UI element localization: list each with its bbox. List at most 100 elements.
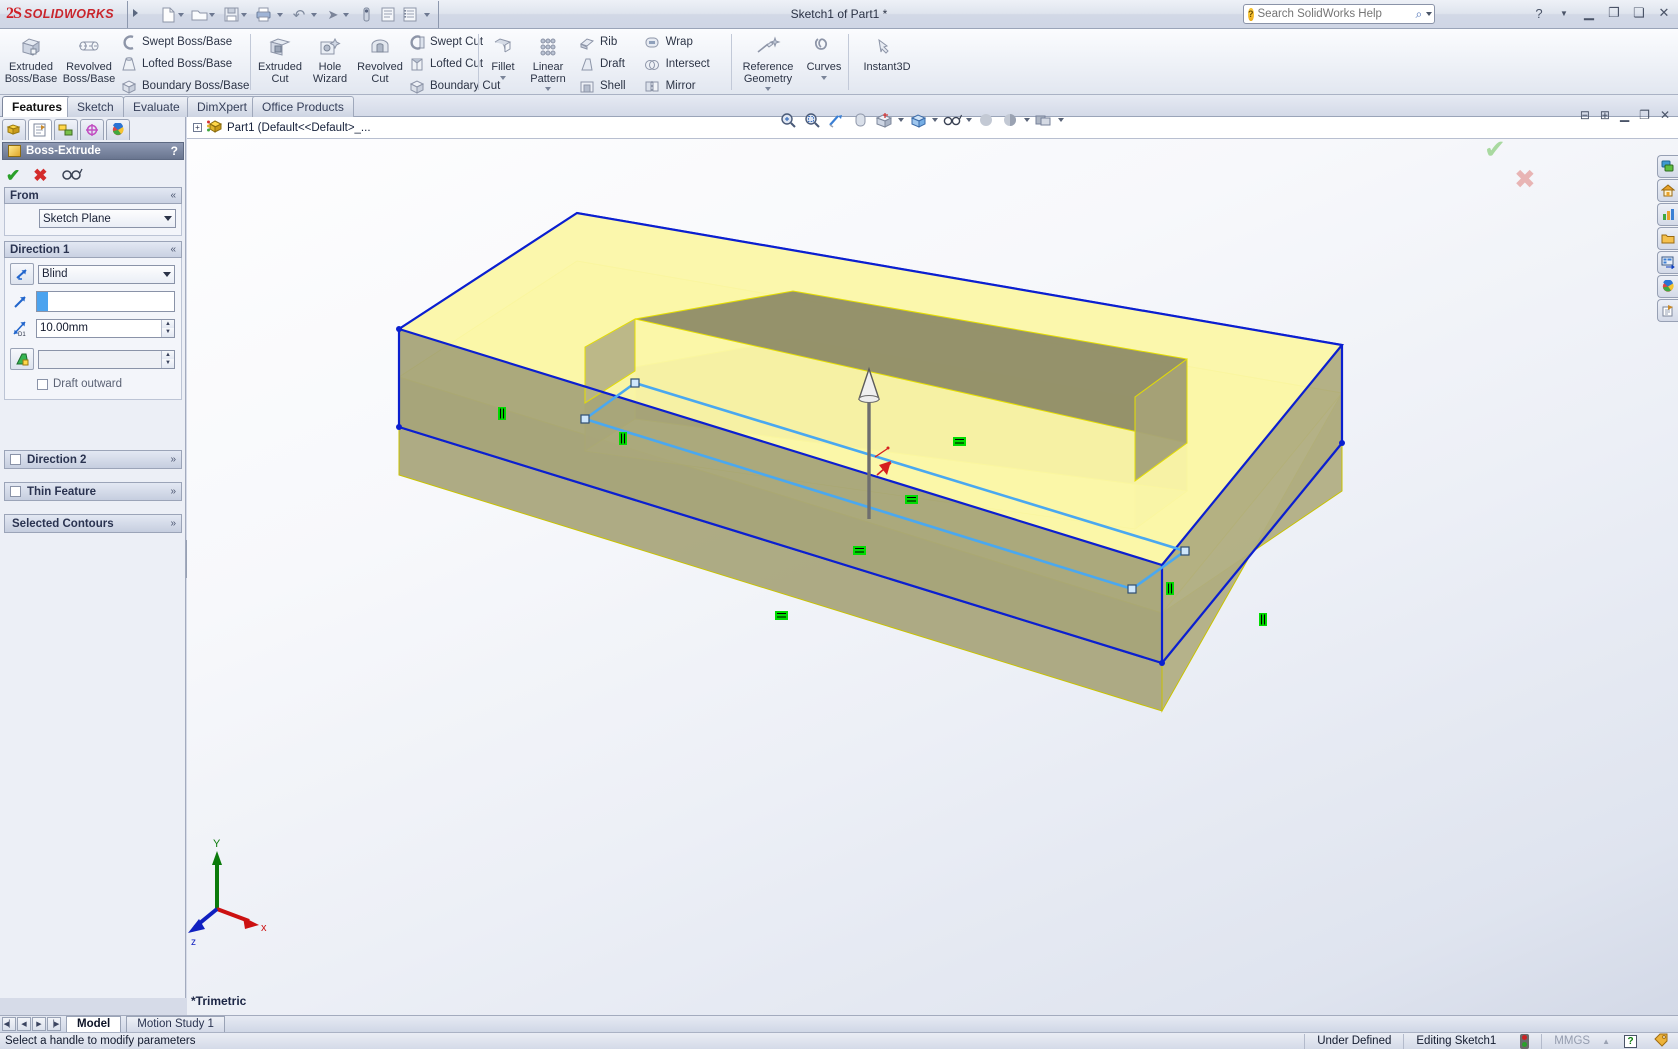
hide-show-items-icon[interactable] — [942, 110, 962, 130]
intersect-button[interactable]: Intersect — [642, 53, 710, 75]
draft-outward-checkbox[interactable] — [37, 378, 48, 390]
draft-angle-spinner[interactable]: ▲ ▼ — [161, 350, 174, 368]
search-folder-icon[interactable] — [1657, 227, 1678, 250]
tile-window-button[interactable]: ❏ — [1631, 4, 1647, 22]
draft-on-off-button[interactable] — [10, 348, 34, 370]
extruded-cut-button[interactable]: Extruded Cut — [254, 29, 306, 85]
extruded-boss-base-button[interactable]: Extruded Boss/Base — [2, 29, 60, 85]
nav-last-button[interactable]: ▕▶ — [47, 1017, 61, 1031]
direction1-section-header[interactable]: Direction 1 « — [4, 241, 182, 258]
tab-motion-study-1[interactable]: Motion Study 1 — [126, 1016, 225, 1032]
rebuild-icon[interactable] — [356, 4, 376, 25]
feature-manager-tab[interactable] — [2, 119, 26, 140]
revolved-cut-button[interactable]: Revolved Cut — [354, 29, 406, 85]
display-style-caret-icon[interactable] — [932, 118, 938, 122]
linear-pattern-dropdown-caret-icon[interactable] — [545, 87, 551, 91]
thin-feature-checkbox[interactable] — [10, 486, 21, 497]
hide-show-items-caret-icon[interactable] — [966, 118, 972, 122]
rib-button[interactable]: Rib — [576, 31, 626, 53]
confirmation-corner-cancel[interactable]: ✖ — [1514, 164, 1536, 195]
reverse-direction-button[interactable] — [10, 263, 34, 285]
tab-evaluate[interactable]: Evaluate — [123, 96, 190, 117]
dimxpert-manager-tab[interactable] — [80, 119, 104, 140]
section-view-icon[interactable] — [826, 110, 846, 130]
draft-spin-down[interactable]: ▼ — [162, 359, 174, 368]
search-help-box[interactable]: ? ⌕ — [1243, 4, 1435, 24]
end-condition-caret-icon[interactable] — [163, 271, 171, 277]
file-explorer-icon[interactable] — [1657, 203, 1678, 226]
customize-caret-icon[interactable] — [424, 13, 430, 17]
restore-document-icon[interactable]: ❐ — [1639, 108, 1650, 122]
tag-icon[interactable] — [1645, 1033, 1678, 1049]
close-document-icon[interactable]: ✕ — [1660, 108, 1670, 122]
help-caret-icon[interactable]: ▼ — [1556, 4, 1572, 22]
print-icon[interactable] — [253, 4, 273, 25]
start-condition-caret-icon[interactable] — [164, 216, 172, 221]
zoom-to-fit-icon[interactable] — [778, 110, 798, 130]
view-palette-icon[interactable] — [1657, 251, 1678, 274]
end-condition-dropdown[interactable]: Blind — [38, 264, 175, 284]
tab-office-products[interactable]: Office Products — [252, 96, 354, 117]
view-settings-caret-icon[interactable] — [1058, 118, 1064, 122]
solidworks-logo[interactable]: 2S SOLIDWORKS — [6, 3, 124, 25]
direction2-checkbox[interactable] — [10, 454, 21, 465]
view-orientation-icon[interactable] — [874, 110, 894, 130]
shell-button[interactable]: Shell — [576, 75, 626, 97]
nav-first-button[interactable]: ◀▏ — [2, 1017, 16, 1031]
swept-boss-base-button[interactable]: Swept Boss/Base — [118, 31, 249, 53]
tab-model[interactable]: Model — [66, 1016, 122, 1032]
wrap-button[interactable]: Wrap — [642, 31, 710, 53]
depth-spin-up[interactable]: ▲ — [162, 319, 174, 328]
options-icon[interactable] — [378, 4, 398, 25]
mirror-button[interactable]: Mirror — [642, 75, 710, 97]
draft-angle-input[interactable]: ▲ ▼ — [38, 349, 175, 369]
property-manager-tab[interactable] — [28, 119, 52, 140]
tree-expand-icon[interactable]: + — [193, 123, 202, 132]
units-caret-icon[interactable]: ▲ — [1602, 1037, 1610, 1046]
zoom-to-area-icon[interactable] — [802, 110, 822, 130]
minimize-window-button[interactable]: ▁ — [1581, 4, 1597, 22]
undo-caret-icon[interactable] — [311, 13, 317, 17]
restore-pane-left-icon[interactable]: ⊟ — [1580, 108, 1590, 122]
curves-dropdown-caret-icon[interactable] — [821, 75, 827, 80]
model-preview[interactable]: Y x z — [187, 139, 1678, 1015]
select-cursor-icon[interactable]: ➤ — [323, 4, 343, 25]
view-settings-icon[interactable] — [1034, 110, 1054, 130]
draft-outward-row[interactable]: Draft outward — [10, 378, 175, 390]
customize-icon[interactable] — [400, 4, 420, 25]
save-caret-icon[interactable] — [241, 13, 247, 17]
hole-wizard-button[interactable]: Hole Wizard — [306, 29, 354, 85]
start-condition-dropdown[interactable]: Sketch Plane — [39, 209, 176, 228]
graphics-area[interactable]: Y x z ✔ ✖ *Trimetric — [187, 139, 1678, 1015]
depth-spin-down[interactable]: ▼ — [162, 328, 174, 337]
appearances-scenes-icon[interactable] — [1657, 275, 1678, 298]
search-dropdown-caret-icon[interactable] — [1426, 12, 1433, 16]
curves-button[interactable]: Curves — [801, 29, 847, 80]
units-indicator[interactable]: MMGS — [1541, 1033, 1602, 1049]
edit-appearance-icon[interactable] — [976, 110, 996, 130]
linear-pattern-button[interactable]: Linear Pattern — [524, 29, 572, 91]
open-document-caret-icon[interactable] — [209, 13, 215, 17]
save-icon[interactable] — [221, 4, 241, 25]
draft-spin-up[interactable]: ▲ — [162, 350, 174, 359]
status-help-icon[interactable]: ? — [1624, 1034, 1637, 1048]
view-orientation-caret-icon[interactable] — [898, 118, 904, 122]
draft-button[interactable]: Draft — [576, 53, 626, 75]
display-manager-tab[interactable] — [106, 119, 130, 140]
custom-properties-icon[interactable] — [1657, 299, 1678, 322]
direction-reference-selection[interactable] — [36, 290, 175, 312]
boundary-boss-base-button[interactable]: Boundary Boss/Base — [118, 75, 249, 97]
thin-feature-expand-chevron-icon[interactable]: » — [170, 486, 176, 497]
revolved-boss-base-button[interactable]: Revolved Boss/Base — [60, 29, 118, 85]
detailed-preview-button[interactable] — [61, 167, 83, 184]
restore-window-button[interactable]: ❐ — [1606, 4, 1622, 22]
depth-spinner[interactable]: ▲ ▼ — [161, 319, 174, 337]
select-caret-icon[interactable] — [343, 13, 349, 17]
tab-dimxpert[interactable]: DimXpert — [187, 96, 258, 117]
reference-geometry-button[interactable]: Reference Geometry — [735, 29, 801, 91]
new-document-icon[interactable] — [158, 4, 178, 25]
selected-contours-section-header[interactable]: Selected Contours » — [4, 514, 182, 533]
instant3d-button[interactable]: Instant3D — [852, 29, 922, 74]
selected-contours-expand-chevron-icon[interactable]: » — [170, 518, 176, 529]
apply-scene-icon[interactable] — [1000, 110, 1020, 130]
